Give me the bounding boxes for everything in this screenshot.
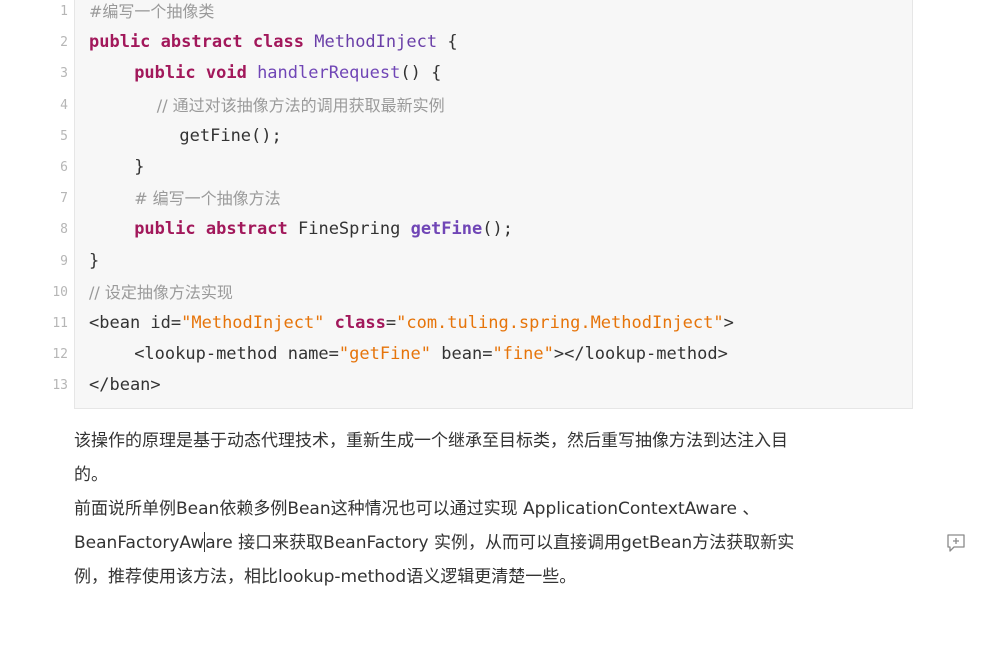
line-number: 9 [60,253,68,269]
line-number: 4 [60,97,68,113]
code-line: 6} [0,152,912,183]
paragraph-principle: 该操作的原理是基于动态代理技术，重新生成一个继承至目标类，然后重写抽像方法到达注… [74,424,924,492]
code-text: <bean id="MethodInject" class="com.tulin… [89,308,734,339]
code-text: public abstract class MethodInject { [89,27,458,58]
code-token: #编写一个抽像类 [89,2,215,21]
code-token: class [334,313,386,333]
code-line: 13 </bean> [0,370,912,401]
code-token: MethodInject [314,32,438,53]
code-token: public [89,32,151,53]
code-text: } [134,152,144,183]
code-token: <lookup-method name= [134,344,339,365]
code-token: <bean id= [89,313,182,333]
code-token: # 编写一个抽像方法 [134,189,281,209]
code-text: getFine(); [179,121,281,152]
line-number: 3 [60,66,68,82]
code-token: // 设定抽像方法实现 [89,282,233,302]
code-token: "getFine" [338,344,432,365]
code-token: "MethodInject" [181,313,325,333]
code-line: 9} [0,246,912,277]
code-token: bean= [431,344,493,365]
code-text: # 编写一个抽像方法 [134,183,281,215]
code-token: "com.tuling.spring.MethodInject" [396,313,724,333]
line-number: 12 [52,347,68,363]
code-text: } [89,246,99,277]
paragraph-line: 前面说所单例Bean依赖多例Bean这种情况也可以通过实现 Applicatio… [74,499,760,519]
code-token: void [205,63,247,84]
code-line: 7 # 编写一个抽像方法 [0,183,912,214]
add-comment-icon[interactable] [946,533,966,553]
code-token: abstract [160,32,243,53]
code-line: 10 // 设定抽像方法实现 [0,277,912,308]
code-token: public [134,63,196,84]
code-line: 3 public void handlerRequest() { [0,58,912,89]
line-number: 7 [60,191,68,207]
code-line: 2 public abstract class MethodInject { [0,27,912,58]
code-token: getFine(); [179,125,282,146]
code-text: </bean> [89,370,161,401]
line-number: 10 [52,284,68,300]
code-text: // 通过对该抽像方法的调用获取最新实例 [157,90,445,122]
code-token: { [437,32,458,53]
code-line: 1 #编写一个抽像类 [0,0,912,27]
code-line: 5 getFine(); [0,121,912,152]
line-number: 5 [60,128,68,144]
code-token: = [385,313,397,333]
code-token: getFine [410,219,483,240]
code-token: handlerRequest [257,63,401,84]
code-token: public [134,219,196,240]
code-token: > [723,313,734,333]
line-number: 11 [52,316,68,331]
code-token: "fine" [492,344,554,365]
code-line: 11 <bean id="MethodInject" class="com.tul… [0,308,912,339]
code-line: 12 <lookup-method name="getFine" bean="fi… [0,339,912,370]
code-token: } [134,157,145,177]
code-token: </bean> [89,375,161,396]
code-line: 8 public abstract FineSpring getFine(); [0,214,912,245]
code-token: () { [400,63,442,84]
code-token: } [89,250,100,271]
line-number: 2 [60,35,68,51]
code-token: (); [482,219,513,240]
code-token: abstract [205,219,288,240]
paragraph-alternative: 前面说所单例Bean依赖多例Bean这种情况也可以通过实现 Applicatio… [74,492,924,594]
code-token: class [252,32,304,53]
code-token: ></lookup-method> [553,344,728,365]
paragraph-line: 的。 [74,465,108,485]
code-token: // 通过对该抽像方法的调用获取最新实例 [156,95,445,115]
line-number: 13 [52,378,68,394]
paragraph-line: 该操作的原理是基于动态代理技术，重新生成一个继承至目标类，然后重写抽像方法到达注… [74,431,788,451]
paragraph-text: BeanFactoryAw [74,533,205,553]
line-number: 6 [60,160,68,175]
code-text: #编写一个抽像类 [89,0,214,28]
paragraph-line: 例，推荐使用该方法，相比lookup-method语义逻辑更清楚一些。 [74,567,577,587]
code-text: // 设定抽像方法实现 [89,277,233,309]
code-text: <lookup-method name="getFine" bean="fine… [134,339,728,370]
code-text: public void handlerRequest() { [134,58,441,89]
paragraph-text: are 接口来获取BeanFactory 实例，从而可以直接调用getBean方… [205,533,795,553]
code-line: 4 // 通过对该抽像方法的调用获取最新实例 [0,90,912,121]
line-number: 1 [60,4,68,19]
paragraph-line: BeanFactoryAware 接口来获取BeanFactory 实例，从而可… [74,526,924,560]
code-token: FineSpring [287,219,411,240]
code-block: 1 #编写一个抽像类 2 public abstract class MethodIn… [0,0,913,410]
line-number: 8 [60,222,68,238]
code-text: public abstract FineSpring getFine(); [134,214,513,245]
